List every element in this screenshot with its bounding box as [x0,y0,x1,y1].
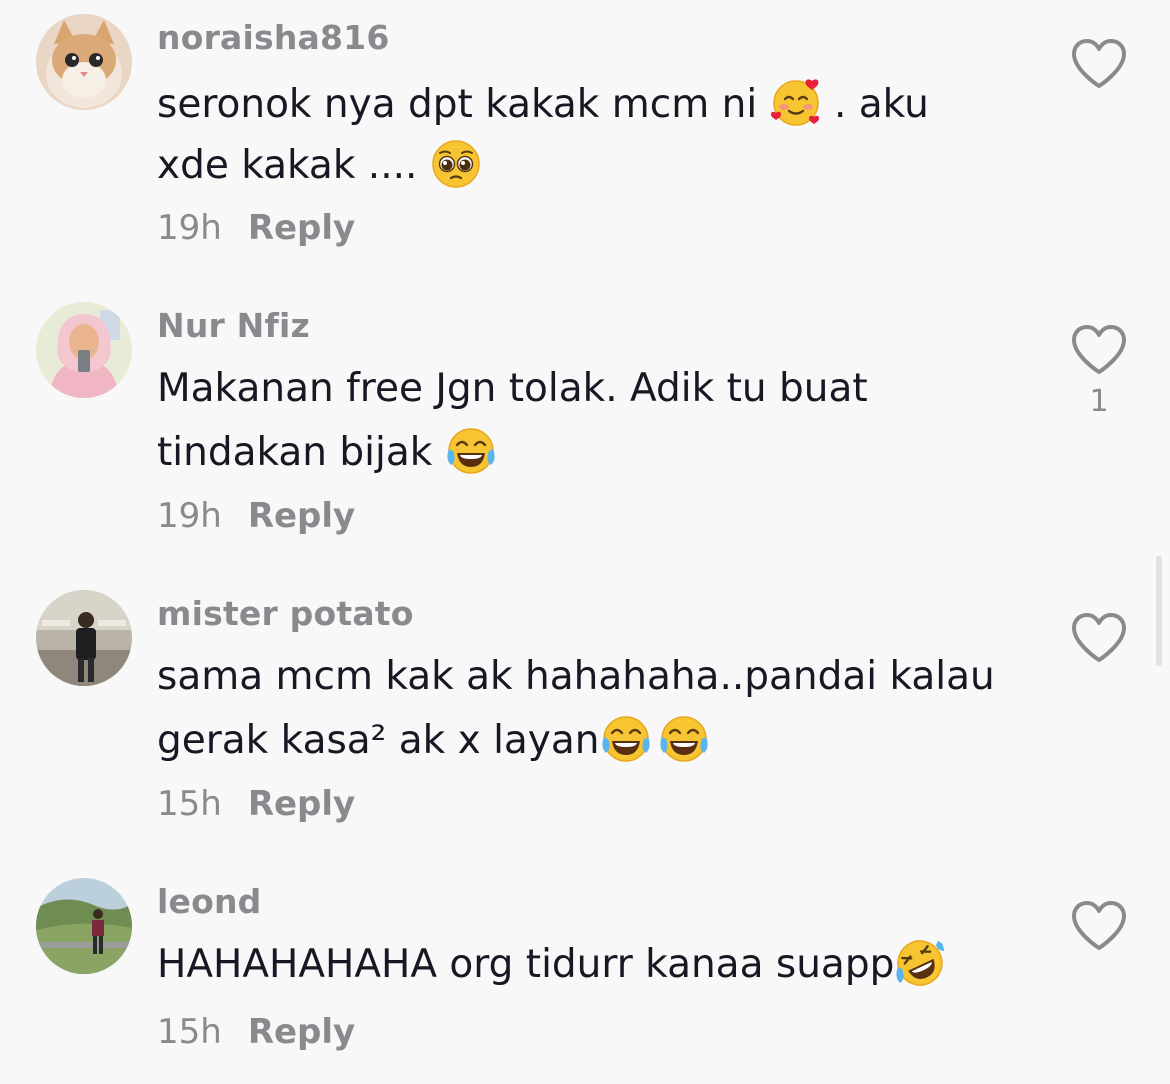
reply-button[interactable]: Reply [248,208,355,248]
comment-text-line: sama mcm kak ak hahahaha..pandai kalau [157,654,995,699]
like-button[interactable] [1068,610,1130,666]
scrollbar[interactable] [1156,556,1162,666]
face-with-tears-of-joy-icon [600,713,652,765]
user-photo-avatar-image [36,302,132,398]
comment-text-line: gerak kasa² ak x layan [157,709,1017,773]
comment-username[interactable]: leond [157,882,261,921]
comment-timestamp: 15h [157,1012,222,1052]
user-photo-avatar-image [36,590,132,686]
avatar[interactable] [36,14,132,110]
comment-meta: 15h Reply [157,784,355,824]
comment-text: HAHAHAHAHA org tidurr kanaa suapp [157,933,1017,997]
comment-text-line: tindakan bijak [157,421,1017,485]
pleading-face-icon [430,138,482,190]
heart-icon [1072,325,1126,374]
avatar[interactable] [36,302,132,398]
comment-timestamp: 19h [157,208,222,248]
comment-text-line: xde kakak .... [157,135,1017,196]
comment-text: sama mcm kak ak hahahaha..pandai kalau g… [157,645,1017,773]
like-button[interactable] [1068,36,1130,92]
comment-meta: 19h Reply [157,208,355,248]
comment-text-line: HAHAHAHAHA org tidurr kanaa suapp [157,933,1017,997]
heart-icon [1072,613,1126,662]
face-with-tears-of-joy-icon [445,425,497,477]
cat-avatar-image [36,14,132,110]
comment-text-line: seronok nya dpt kakak mcm ni . aku [157,74,1017,135]
comment-text-segment: . aku [833,82,929,127]
avatar[interactable] [36,590,132,686]
comment-username[interactable]: mister potato [157,594,414,633]
comment-timestamp: 19h [157,496,222,536]
comment-text-segment: tindakan bijak [157,430,433,475]
heart-icon [1072,901,1126,950]
reply-button[interactable]: Reply [248,784,355,824]
comment-text: seronok nya dpt kakak mcm ni . aku xde k… [157,74,1017,196]
like-count: 1 [1089,384,1109,419]
comment-meta: 19h Reply [157,496,355,536]
comment-text-line: Makanan free Jgn tolak. Adik tu buat [157,366,868,411]
comment-text-segment: HAHAHAHAHA org tidurr kanaa suapp [157,942,895,987]
reply-button[interactable]: Reply [248,1012,355,1052]
comment-meta: 15h Reply [157,1012,355,1052]
heart-icon [1072,39,1126,88]
avatar[interactable] [36,878,132,974]
like-button[interactable] [1068,898,1130,954]
comment-text-segment: gerak kasa² ak x layan [157,718,600,763]
comment-text-segment: seronok nya dpt kakak mcm ni [157,82,758,127]
user-photo-avatar-image [36,878,132,974]
comment-text: Makanan free Jgn tolak. Adik tu buat tin… [157,357,1017,485]
like-button[interactable] [1068,322,1130,378]
comment-username[interactable]: noraisha816 [157,18,390,57]
face-with-tears-of-joy-icon [658,713,710,765]
rolling-on-the-floor-laughing-icon [894,937,946,989]
reply-button[interactable]: Reply [248,496,355,536]
comment-timestamp: 15h [157,784,222,824]
comment-list: noraisha816 seronok nya dpt kakak mcm ni… [0,0,1170,1084]
smiling-face-with-hearts-icon [770,77,822,129]
comment-username[interactable]: Nur Nfiz [157,306,310,345]
comment-text-segment: xde kakak .... [157,143,418,188]
